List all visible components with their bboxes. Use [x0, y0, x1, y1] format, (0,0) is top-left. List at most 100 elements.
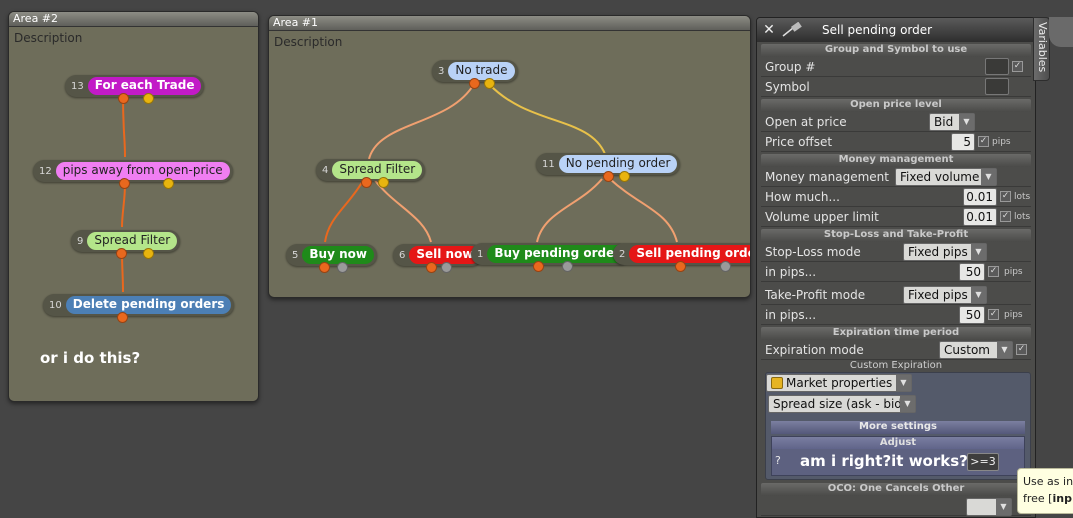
open-at-price-select[interactable]: Bid ▼ — [929, 113, 975, 131]
volume-upper-limit-checkbox[interactable]: ✓ — [1000, 211, 1011, 222]
chevron-down-icon: ▼ — [997, 342, 1012, 358]
link — [121, 182, 126, 228]
chevron-down-icon: ▼ — [896, 375, 911, 391]
take-profit-pips-checkbox[interactable]: ✓ — [988, 309, 999, 320]
output-pin[interactable] — [533, 261, 544, 272]
chevron-down-icon: ▼ — [971, 244, 986, 260]
pin-icon[interactable] — [781, 22, 805, 38]
expiration-mode-select[interactable]: Custom ▼ — [939, 341, 1013, 359]
section-expiration[interactable]: Expiration time period — [761, 327, 1031, 340]
section-group-symbol[interactable]: Group and Symbol to use — [761, 44, 1031, 57]
link — [536, 178, 603, 243]
section-money[interactable]: Money management — [761, 154, 1031, 167]
area-2[interactable]: Area #2 Description 13 For each Trade 12… — [8, 11, 259, 402]
block-label: Sell pending order — [629, 245, 750, 263]
block-id: 2 — [619, 248, 626, 260]
row-oco-partial: ▼ — [761, 496, 1031, 516]
oco-select[interactable]: ▼ — [966, 498, 1012, 516]
output-pin-true[interactable] — [603, 171, 614, 182]
section-oco[interactable]: OCO: One Cancels Other — [761, 483, 1031, 496]
custom-expiration-box: Market properties ▼ Spread size (ask - bi… — [765, 372, 1031, 480]
output-pin-true[interactable] — [361, 177, 372, 188]
output-pin-error[interactable] — [562, 261, 573, 272]
block-no-trade[interactable]: 3 No trade — [432, 54, 518, 89]
spread-size-select[interactable]: Spread size (ask - bid) ▼ — [768, 395, 916, 413]
block-buy-now[interactable]: 5 Buy now — [286, 238, 377, 273]
block-label: For each Trade — [87, 77, 202, 95]
output-pin-true[interactable] — [116, 248, 127, 259]
block-buy-pending-order[interactable]: 1 Buy pending order — [471, 237, 631, 272]
output-pin-false[interactable] — [163, 178, 174, 189]
block-spread-filter[interactable]: 9 Spread Filter — [71, 224, 181, 259]
row-price-offset: Price offset 5 ✓ pips — [761, 132, 1031, 152]
take-profit-pips-unit: pips — [1004, 310, 1023, 320]
output-pin[interactable] — [675, 261, 686, 272]
block-delete-pending-orders[interactable]: 10 Delete pending orders — [43, 288, 235, 323]
how-much-checkbox[interactable]: ✓ — [1000, 191, 1011, 202]
block-label: Spread Filter — [87, 232, 178, 250]
output-pin-false[interactable] — [143, 248, 154, 259]
market-properties-select[interactable]: Market properties ▼ — [766, 374, 912, 392]
block-pips-away[interactable]: 12 pips away from open-price — [33, 154, 233, 189]
block-sell-pending-order[interactable]: 2 Sell pending order — [613, 237, 750, 272]
link — [488, 83, 606, 155]
panel-header[interactable]: ✕ Sell pending order — [757, 18, 1035, 42]
row-open-at-price: Open at price Bid ▼ — [761, 112, 1031, 132]
group-input[interactable] — [985, 58, 1009, 75]
money-management-select[interactable]: Fixed volume ▼ — [895, 168, 997, 186]
output-pin-true[interactable] — [119, 178, 130, 189]
output-pin-false[interactable] — [619, 171, 630, 182]
section-open-price[interactable]: Open price level — [761, 99, 1031, 112]
group-label: Group # — [765, 60, 816, 74]
take-profit-mode-select[interactable]: Fixed pips ▼ — [903, 286, 987, 304]
output-pin-false[interactable] — [378, 177, 389, 188]
take-profit-pips-input[interactable]: 50 — [959, 306, 985, 324]
block-id: 11 — [542, 158, 555, 170]
annotation-note: am i right?it works? — [800, 452, 968, 470]
output-pin-true[interactable] — [469, 78, 480, 89]
area-title[interactable]: Area #2 — [9, 12, 258, 27]
price-offset-input[interactable]: 5 — [951, 133, 975, 151]
output-pin-error[interactable] — [720, 261, 731, 272]
block-for-each-trade[interactable]: 13 For each Trade — [65, 69, 205, 104]
output-pin[interactable] — [117, 312, 128, 323]
area-1[interactable]: Area #1 Description 3 No trade 4 Spread … — [268, 15, 751, 298]
area-title[interactable]: Area #1 — [269, 16, 750, 31]
block-id: 13 — [71, 80, 84, 92]
output-pin-false[interactable] — [143, 93, 154, 104]
output-pin[interactable] — [426, 262, 437, 273]
how-much-input[interactable]: 0.01 — [963, 188, 997, 206]
block-no-pending-order[interactable]: 11 No pending order — [536, 147, 681, 182]
group-checkbox[interactable]: ✓ — [1012, 61, 1023, 72]
variables-tab[interactable]: Variables — [1033, 17, 1050, 81]
block-id: 10 — [49, 299, 62, 311]
volume-upper-limit-input[interactable]: 0.01 — [963, 208, 997, 226]
expiration-mode-checkbox[interactable]: ✓ — [1016, 344, 1027, 355]
more-settings-bar[interactable]: More settings — [771, 421, 1025, 434]
stop-loss-pips-input[interactable]: 50 — [959, 263, 985, 281]
output-pin-error[interactable] — [441, 262, 452, 273]
block-id: 6 — [399, 249, 406, 261]
area-description: Description — [14, 31, 83, 45]
row-expiration-mode: Expiration mode Custom ▼ ✓ — [761, 340, 1031, 360]
close-icon[interactable]: ✕ — [761, 22, 777, 38]
corner-toggle[interactable] — [1049, 17, 1073, 47]
price-offset-checkbox[interactable]: ✓ — [978, 136, 989, 147]
block-spread-filter[interactable]: 4 Spread Filter — [316, 153, 426, 188]
output-pin-error[interactable] — [337, 262, 348, 273]
help-icon[interactable]: ? — [775, 454, 781, 467]
stop-loss-pips-checkbox[interactable]: ✓ — [988, 266, 999, 277]
adjust-title[interactable]: Adjust — [772, 437, 1024, 449]
symbol-input[interactable] — [985, 78, 1009, 95]
block-sell-now[interactable]: 6 Sell now — [393, 238, 484, 273]
block-id: 1 — [477, 248, 484, 260]
properties-panel: ✕ Sell pending order Group and Symbol to… — [756, 17, 1036, 518]
stop-loss-mode-select[interactable]: Fixed pips ▼ — [903, 243, 987, 261]
output-pin[interactable] — [319, 262, 330, 273]
output-pin-true[interactable] — [118, 93, 129, 104]
section-stop-loss-take-profit[interactable]: Stop-Loss and Take-Profit — [761, 229, 1031, 242]
block-id: 5 — [292, 249, 299, 261]
block-label: No trade — [448, 62, 515, 80]
output-pin-false[interactable] — [484, 78, 495, 89]
operator-button[interactable]: >=3 — [967, 453, 999, 471]
